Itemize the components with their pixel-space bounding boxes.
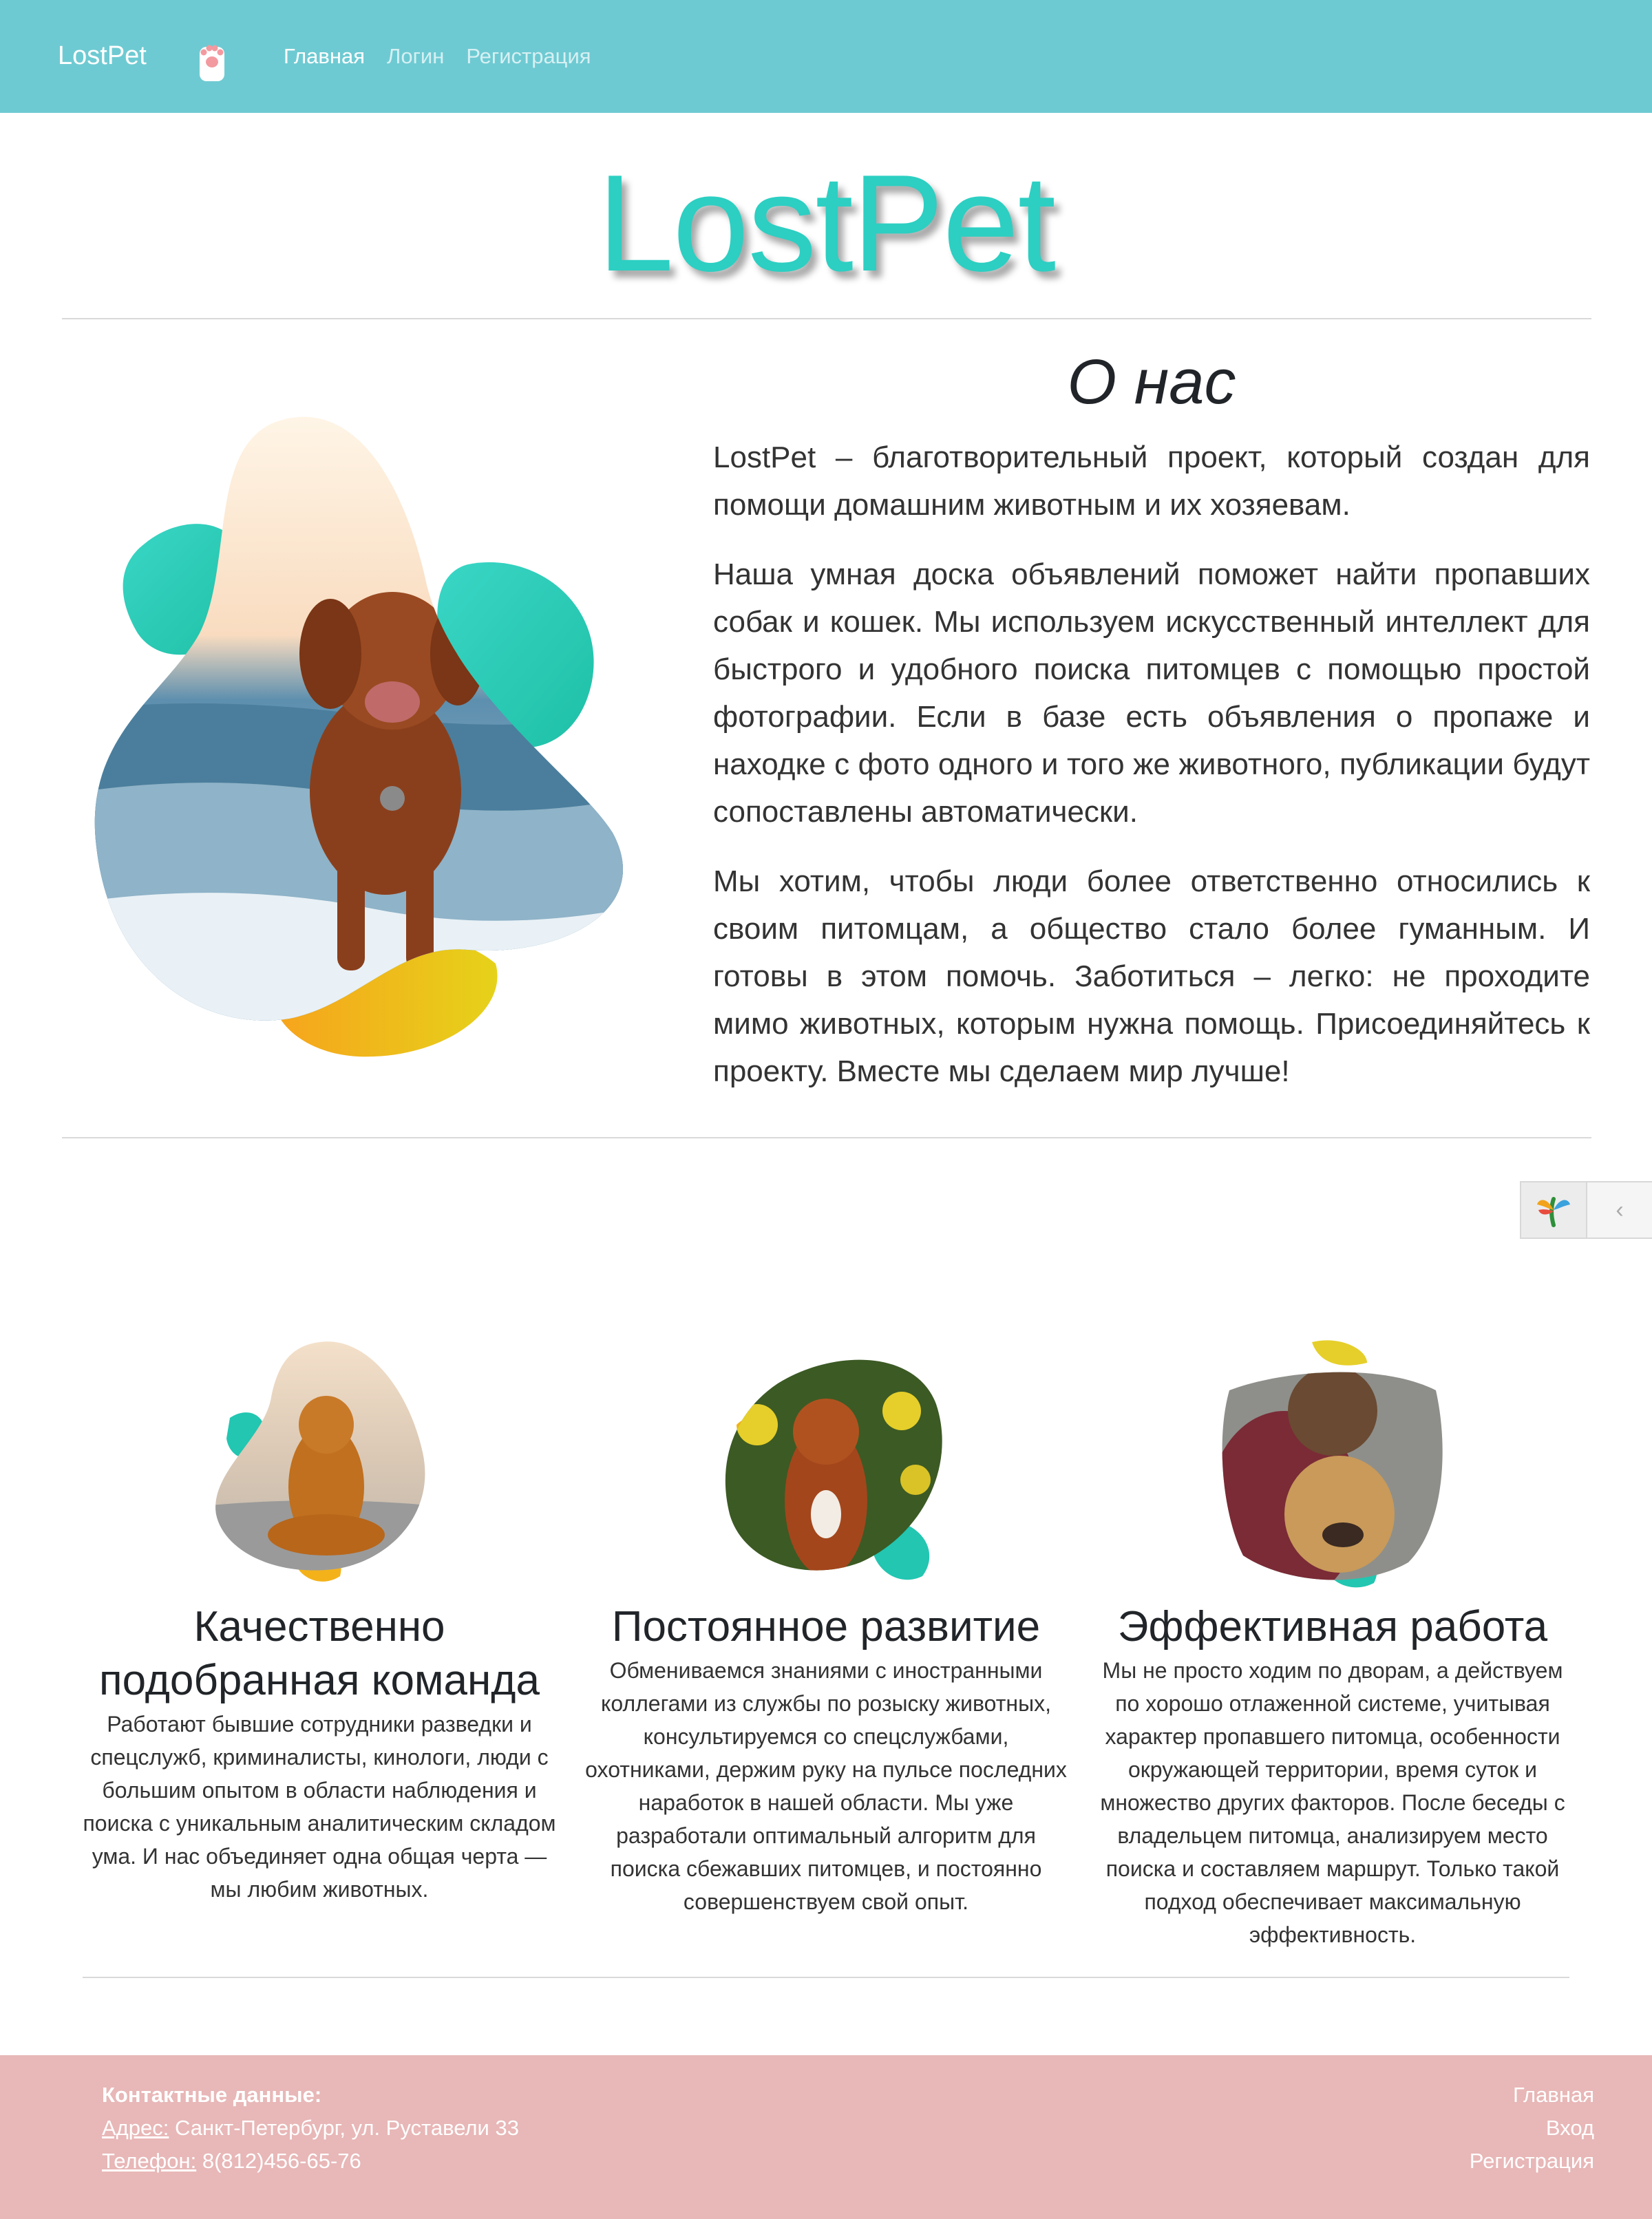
nav-links: Главная Логин Регистрация (284, 41, 591, 72)
brand-link[interactable]: LostPet (58, 39, 147, 73)
about-text: LostPet – благотворительный проект, кото… (713, 434, 1590, 1117)
footer-link-register[interactable]: Регистрация (1470, 2145, 1594, 2178)
yandex-logo-icon (1521, 1182, 1587, 1238)
feature-title: Качественно подобранная команда (99, 1603, 540, 1704)
feature-text: Мы не просто ходим по дворам, а действуе… (1100, 1658, 1565, 1947)
hero-title: LostPet (597, 147, 1056, 300)
footer: Контактные данные: Адрес: Санкт-Петербур… (0, 2055, 1652, 2219)
address-label: Адрес: (102, 2116, 169, 2140)
contact-heading: Контактные данные: (102, 2083, 322, 2107)
phone-value: 8(812)456-65-76 (202, 2149, 361, 2173)
feature-card: Постоянное развитие Обмениваемся знаниям… (585, 1328, 1067, 1918)
feature-title: Постоянное развитие (611, 1603, 1041, 1650)
address-value: Санкт-Петербург, ул. Руставели 33 (174, 2116, 519, 2140)
nav-link-home[interactable]: Главная (284, 41, 365, 72)
navbar: LostPet Главная Логин Регистрация (0, 0, 1652, 113)
about-paragraph: Наша умная доска объявлений поможет найт… (713, 558, 1590, 829)
divider (62, 318, 1591, 319)
dog-on-beach-image (94, 416, 624, 1057)
footer-link-login[interactable]: Вход (1470, 2112, 1594, 2145)
divider (83, 1977, 1569, 1978)
contact-info: Контактные данные: Адрес: Санкт-Петербур… (102, 2079, 519, 2178)
dog-in-flowers-image (725, 1359, 942, 1580)
feature-card: Эффективная работа Мы не просто ходим по… (1092, 1328, 1574, 1951)
feature-text: Обмениваемся знаниями с иностранными кол… (585, 1658, 1067, 1914)
man-hugging-dog-image (1222, 1340, 1443, 1588)
nav-link-register[interactable]: Регистрация (466, 41, 591, 72)
chevron-left-icon[interactable]: ‹ (1587, 1182, 1652, 1238)
phone-label: Телефон: (102, 2149, 197, 2173)
footer-nav: Главная Вход Регистрация (1470, 2079, 1594, 2178)
paw-logo-icon (200, 45, 224, 81)
about-paragraph: LostPet – благотворительный проект, кото… (713, 440, 1590, 522)
feature-card: Качественно подобранная команда Работают… (78, 1328, 560, 1906)
yandex-widget[interactable]: ‹ (1520, 1181, 1652, 1239)
feature-text: Работают бывшие сотрудники разведки и сп… (83, 1712, 556, 1902)
footer-link-home[interactable]: Главная (1470, 2079, 1594, 2112)
about-title: О нас (1067, 347, 1236, 417)
about-paragraph: Мы хотим, чтобы люди более ответственно … (713, 864, 1590, 1088)
golden-retriever-image (215, 1341, 425, 1582)
divider (62, 1137, 1591, 1138)
nav-link-login[interactable]: Логин (387, 41, 444, 72)
feature-title: Эффективная работа (1117, 1603, 1548, 1650)
